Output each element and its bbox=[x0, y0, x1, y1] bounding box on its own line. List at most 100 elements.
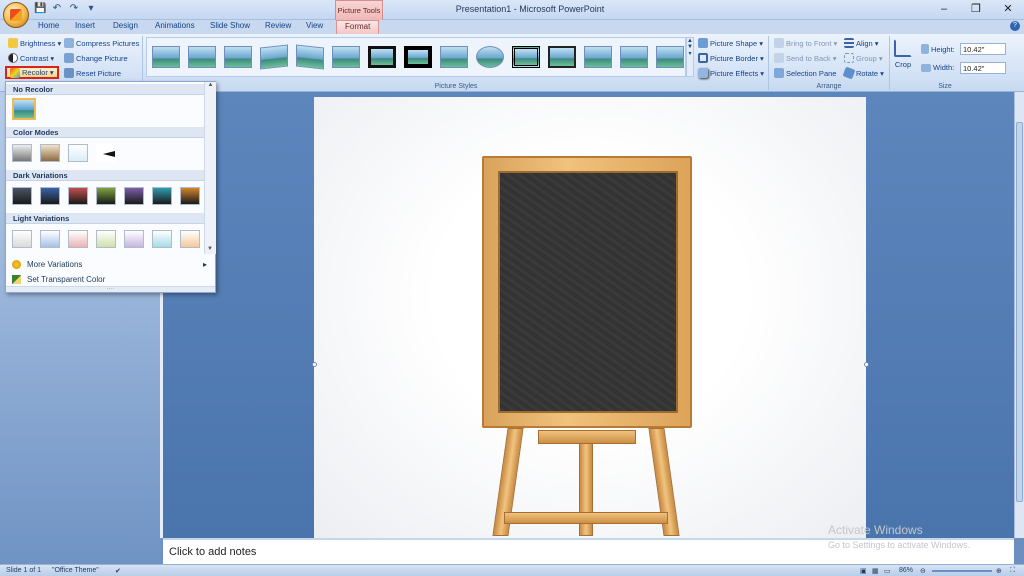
grayscale-swatch[interactable] bbox=[12, 144, 32, 162]
picture-border-button[interactable]: Picture Border ▾ bbox=[698, 53, 764, 63]
light-variation-swatch[interactable] bbox=[124, 230, 144, 248]
dark-variation-swatch[interactable] bbox=[12, 187, 32, 205]
crop-button[interactable]: Crop bbox=[894, 39, 912, 69]
customize-qat-icon[interactable]: ▾ bbox=[85, 3, 97, 15]
picture-effects-button[interactable]: Picture Effects ▾ bbox=[698, 68, 764, 78]
contrast-button[interactable]: Contrast ▾ bbox=[8, 53, 54, 63]
zoom-slider[interactable] bbox=[932, 570, 992, 572]
zoom-level[interactable]: 86% bbox=[899, 567, 913, 574]
picture-style-thumb[interactable] bbox=[548, 46, 576, 68]
selection-pane-button[interactable]: Selection Pane bbox=[774, 68, 836, 78]
resize-handle[interactable] bbox=[312, 362, 317, 367]
no-recolor-swatch[interactable] bbox=[12, 98, 36, 120]
brightness-button[interactable]: Brightness ▾ bbox=[8, 38, 61, 48]
maximize-button[interactable]: ❐ bbox=[960, 0, 992, 18]
light-variation-swatch[interactable] bbox=[68, 230, 88, 248]
fit-slide-icon[interactable]: ⛶ bbox=[1010, 567, 1015, 575]
tab-slide-show[interactable]: Slide Show bbox=[210, 21, 250, 30]
resize-handle[interactable] bbox=[864, 362, 869, 367]
picture-style-thumb[interactable] bbox=[584, 46, 612, 68]
slide-sorter-icon[interactable]: ▦ bbox=[872, 567, 879, 575]
recolor-icon bbox=[10, 67, 20, 78]
group-button[interactable]: Group ▾ bbox=[844, 53, 883, 63]
picture-style-thumb[interactable] bbox=[620, 46, 648, 68]
picture-style-thumb[interactable] bbox=[404, 46, 432, 68]
more-variations-item[interactable]: More Variations ▸ bbox=[8, 257, 213, 271]
sepia-swatch[interactable] bbox=[40, 144, 60, 162]
picture-style-thumb[interactable] bbox=[296, 44, 324, 70]
slide-count: Slide 1 of 1 bbox=[6, 567, 42, 574]
picture-style-thumb[interactable] bbox=[368, 46, 396, 68]
tab-animations[interactable]: Animations bbox=[155, 21, 195, 30]
dark-variation-swatch[interactable] bbox=[124, 187, 144, 205]
picture-style-thumb[interactable] bbox=[152, 46, 180, 68]
tab-format[interactable]: Format bbox=[336, 20, 380, 34]
dark-variation-swatch[interactable] bbox=[96, 187, 116, 205]
picture-shape-button[interactable]: Picture Shape ▾ bbox=[698, 38, 763, 48]
set-transparent-color-item[interactable]: Set Transparent Color bbox=[8, 272, 213, 286]
picture-style-thumb[interactable] bbox=[224, 46, 252, 68]
selection-pane-icon bbox=[774, 68, 784, 78]
send-to-back-button[interactable]: Send to Back ▾ bbox=[774, 53, 836, 63]
tab-home[interactable]: Home bbox=[38, 21, 59, 30]
light-variation-swatch[interactable] bbox=[12, 230, 32, 248]
minimize-button[interactable]: – bbox=[928, 0, 960, 18]
align-button[interactable]: Align ▾ bbox=[844, 38, 879, 48]
vertical-scrollbar[interactable] bbox=[1014, 92, 1024, 538]
save-icon[interactable]: 💾 bbox=[34, 3, 46, 15]
activation-watermark-subtext: Go to Settings to activate Windows. bbox=[828, 540, 971, 550]
picture-style-thumb[interactable] bbox=[332, 46, 360, 68]
change-picture-button[interactable]: Change Picture bbox=[64, 53, 128, 63]
light-variation-swatch[interactable] bbox=[180, 230, 200, 248]
scrollbar-thumb[interactable] bbox=[1016, 122, 1023, 502]
light-variation-swatch[interactable] bbox=[96, 230, 116, 248]
width-icon bbox=[921, 63, 931, 72]
scroll-down-icon[interactable]: ▼ bbox=[205, 246, 215, 252]
scroll-up-icon[interactable]: ▲ bbox=[205, 82, 216, 88]
picture-style-thumb[interactable] bbox=[476, 46, 504, 68]
color-modes-header: Color Modes bbox=[6, 127, 204, 138]
tab-design[interactable]: Design bbox=[113, 21, 138, 30]
rotate-button[interactable]: Rotate ▾ bbox=[842, 66, 884, 80]
picture-style-thumb[interactable] bbox=[188, 46, 216, 68]
dark-variation-swatch[interactable] bbox=[152, 187, 172, 205]
picture-tools-context-label: Picture Tools bbox=[335, 0, 383, 20]
washout-swatch[interactable] bbox=[68, 144, 88, 162]
size-group-label: Size bbox=[938, 83, 952, 90]
picture-style-thumb[interactable] bbox=[260, 44, 288, 70]
reset-picture-button[interactable]: Reset Picture bbox=[64, 68, 121, 78]
dark-variation-swatch[interactable] bbox=[180, 187, 200, 205]
dark-variation-swatch[interactable] bbox=[68, 187, 88, 205]
chalkboard-surface bbox=[498, 171, 678, 413]
picture-styles-gallery bbox=[146, 37, 686, 77]
gallery-scroll[interactable]: ▲ ▼ ▾ bbox=[686, 37, 694, 77]
height-input[interactable]: 10.42" bbox=[960, 43, 1006, 55]
spell-check-icon[interactable]: ✔ bbox=[115, 567, 121, 575]
dark-variation-swatch[interactable] bbox=[40, 187, 60, 205]
zoom-out-icon[interactable]: ⊖ bbox=[920, 567, 926, 575]
slide-show-icon[interactable]: ▭ bbox=[884, 567, 891, 575]
dropdown-scrollbar[interactable]: ▲ ▼ bbox=[204, 82, 216, 254]
resize-grip[interactable]: ···· bbox=[6, 286, 215, 292]
tab-insert[interactable]: Insert bbox=[75, 21, 95, 30]
recolor-button[interactable]: Recolor ▾ bbox=[5, 66, 59, 79]
picture-style-thumb[interactable] bbox=[512, 46, 540, 68]
compress-pictures-button[interactable]: Compress Pictures bbox=[64, 38, 139, 48]
light-variation-swatch[interactable] bbox=[152, 230, 172, 248]
close-button[interactable]: ✕ bbox=[992, 0, 1024, 18]
office-button[interactable] bbox=[3, 2, 29, 28]
light-variation-swatch[interactable] bbox=[40, 230, 60, 248]
black-white-swatch[interactable] bbox=[96, 144, 116, 162]
zoom-in-icon[interactable]: ⊕ bbox=[996, 567, 1002, 575]
normal-view-icon[interactable]: ▣ bbox=[860, 567, 867, 575]
redo-icon[interactable]: ↷ bbox=[68, 3, 80, 15]
width-input[interactable]: 10.42" bbox=[960, 62, 1006, 74]
picture-style-thumb[interactable] bbox=[440, 46, 468, 68]
picture-style-thumb[interactable] bbox=[656, 46, 684, 68]
undo-icon[interactable]: ↶ bbox=[51, 3, 63, 15]
bring-to-front-button[interactable]: Bring to Front ▾ bbox=[774, 38, 837, 48]
tab-review[interactable]: Review bbox=[265, 21, 291, 30]
tab-view[interactable]: View bbox=[306, 21, 323, 30]
help-icon[interactable]: ? bbox=[1010, 21, 1020, 31]
chalkboard-picture[interactable] bbox=[482, 156, 692, 428]
